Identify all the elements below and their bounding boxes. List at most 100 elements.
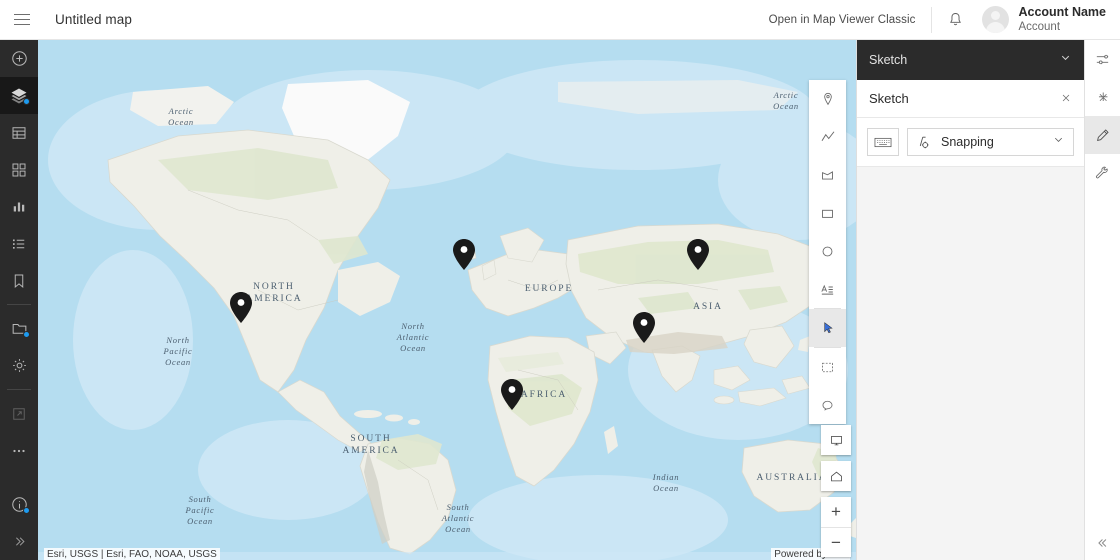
bar-chart-icon (13, 202, 25, 211)
sidebar-expand-button[interactable] (0, 523, 38, 560)
zoom-controls-group: + − (821, 497, 851, 557)
zoom-out-button[interactable]: − (821, 527, 851, 557)
text-icon (821, 284, 834, 295)
lasso-select-tool[interactable] (809, 386, 846, 424)
about-badge (23, 507, 30, 514)
account-menu[interactable]: Account Name Account (978, 5, 1120, 35)
map-canvas[interactable]: Arctic Ocean Arctic Ocean NORTH AMERICA North P… (38, 40, 856, 560)
panel-subheader-title: Sketch (869, 91, 909, 106)
sidebar-item-tables[interactable] (0, 114, 38, 151)
sketch-toolbar: Snapping (857, 118, 1084, 167)
home-icon (830, 471, 842, 481)
pin-europe[interactable] (453, 239, 475, 270)
share-icon (13, 407, 25, 420)
select-rectangle-tool[interactable] (809, 348, 846, 386)
keyboard-shortcuts-button[interactable] (867, 128, 899, 156)
rail-divider (7, 304, 31, 305)
wrench-icon (1096, 166, 1108, 178)
circle-icon (822, 246, 833, 256)
rectangle-icon (822, 209, 833, 218)
left-sidebar (0, 40, 38, 560)
view-controls-group (821, 425, 851, 455)
chevron-down-icon (1052, 133, 1065, 151)
sparkle-icon (1098, 92, 1108, 101)
sketch-panel-body (857, 167, 1084, 560)
sketch-button[interactable] (1084, 116, 1120, 154)
notifications-button[interactable] (932, 0, 978, 39)
plus-circle-icon (11, 51, 27, 66)
avatar (982, 6, 1010, 33)
sidebar-item-bookmarks[interactable] (0, 262, 38, 299)
sidebar-item-about[interactable] (0, 486, 38, 523)
open-in-map-viewer-classic-link[interactable]: Open in Map Viewer Classic (753, 14, 932, 26)
polyline-tool[interactable] (809, 118, 846, 156)
sidebar-item-settings[interactable] (0, 347, 38, 384)
map-pins[interactable] (38, 40, 856, 560)
rectangle-tool[interactable] (809, 194, 846, 232)
snapping-label: Snapping (941, 135, 994, 149)
pin-africa[interactable] (501, 379, 523, 410)
snapping-dropdown[interactable]: Snapping (907, 128, 1074, 156)
marquee-select-icon (822, 362, 833, 372)
circle-tool[interactable] (809, 232, 846, 270)
basemap-grid-icon (12, 163, 26, 176)
sketch-tool-palette (809, 80, 846, 424)
table-icon (12, 126, 26, 139)
app-header: Untitled map Open in Map Viewer Classic … (0, 0, 1120, 40)
sidebar-item-layers[interactable] (0, 77, 38, 114)
lasso-icon (822, 400, 833, 411)
panel-header[interactable]: Sketch (857, 40, 1084, 80)
bookmark-icon (14, 274, 24, 288)
sliders-icon (1096, 54, 1109, 64)
default-view-button[interactable] (821, 425, 851, 455)
sketch-panel: Sketch Sketch Snapping (856, 40, 1084, 560)
page-title: Untitled map (55, 12, 132, 27)
pin-south-asia[interactable] (633, 312, 655, 343)
bell-icon (950, 13, 961, 26)
chevron-double-right-icon (15, 537, 25, 546)
legend-list-icon (13, 239, 25, 249)
polyline-icon (821, 131, 834, 142)
sidebar-item-more-options[interactable] (0, 432, 38, 469)
point-tool[interactable] (809, 80, 846, 118)
close-icon[interactable] (1060, 92, 1072, 106)
map-attribution: Esri, USGS | Esri, FAO, NOAA, USGS (44, 548, 220, 560)
chevron-down-icon[interactable] (1059, 51, 1072, 69)
home-controls-group (821, 461, 851, 491)
gear-icon (12, 359, 26, 372)
sidebar-item-legend[interactable] (0, 225, 38, 262)
collapse-panel-button[interactable] (1085, 526, 1120, 560)
map-viewer-app: Untitled map Open in Map Viewer Classic … (0, 0, 1120, 560)
polygon-icon (822, 170, 833, 180)
pencil-icon (1097, 128, 1109, 141)
effects-button[interactable] (1085, 78, 1120, 116)
cursor-arrow-icon (823, 322, 833, 334)
hamburger-icon[interactable] (0, 0, 44, 39)
sidebar-item-basemap[interactable] (0, 151, 38, 188)
account-subtitle: Account (1018, 21, 1061, 34)
map-pin-icon (823, 92, 832, 106)
properties-button[interactable] (1085, 40, 1120, 78)
keyboard-icon (874, 137, 892, 147)
pin-north-asia[interactable] (687, 239, 709, 270)
sidebar-item-charts[interactable] (0, 188, 38, 225)
tools-button[interactable] (1085, 154, 1120, 192)
snapping-icon (919, 136, 929, 148)
rail-divider-2 (7, 389, 31, 390)
map-navigation-controls: + − (821, 425, 851, 557)
chevron-double-left-icon (1097, 539, 1106, 547)
select-tool[interactable] (809, 309, 846, 347)
panel-header-title: Sketch (869, 53, 908, 67)
sidebar-item-add-layer[interactable] (0, 40, 38, 77)
pin-north-america[interactable] (230, 292, 252, 323)
layers-badge (23, 98, 30, 105)
sidebar-item-share[interactable] (0, 395, 38, 432)
monitor-icon (830, 435, 842, 445)
account-name: Account Name (1018, 4, 1106, 19)
home-button[interactable] (821, 461, 851, 491)
zoom-in-button[interactable]: + (821, 497, 851, 527)
header-actions: Open in Map Viewer Classic Account Name … (753, 0, 1120, 39)
text-tool[interactable] (809, 270, 846, 308)
sidebar-item-save[interactable] (0, 310, 38, 347)
polygon-tool[interactable] (809, 156, 846, 194)
